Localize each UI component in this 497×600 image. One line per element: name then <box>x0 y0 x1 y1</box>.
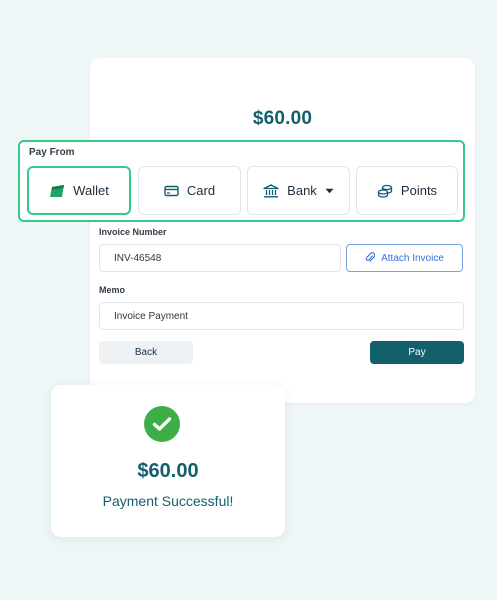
pay-method-label: Bank <box>287 183 317 198</box>
pay-method-wallet[interactable]: Wallet <box>27 166 131 215</box>
invoice-number-label: Invoice Number <box>99 227 167 237</box>
check-circle-icon <box>144 406 180 442</box>
paperclip-icon <box>365 251 376 266</box>
memo-label: Memo <box>99 285 126 295</box>
bank-icon <box>263 183 279 198</box>
pay-method-label: Wallet <box>73 183 109 198</box>
pay-method-bank[interactable]: Bank <box>247 166 350 215</box>
pay-method-label: Points <box>400 183 438 198</box>
success-card: $60.00 Payment Successful! <box>51 385 285 537</box>
pay-method-card[interactable]: Card <box>138 166 241 215</box>
invoice-number-input[interactable]: INV-46548 <box>99 244 341 272</box>
caret-down-icon <box>325 188 334 194</box>
coins-icon <box>377 184 393 198</box>
wallet-icon <box>49 184 65 198</box>
memo-input[interactable]: Invoice Payment <box>99 302 464 330</box>
memo-value: Invoice Payment <box>114 310 188 322</box>
success-message: Payment Successful! <box>102 493 234 509</box>
back-button[interactable]: Back <box>99 341 193 364</box>
pay-button[interactable]: Pay <box>370 341 464 364</box>
card-icon <box>164 185 179 197</box>
payment-amount: $60.00 <box>252 108 313 129</box>
pay-method-label: Card <box>186 183 216 198</box>
attach-invoice-label: Attach Invoice <box>381 252 444 264</box>
pay-from-group: Pay From Wallet Card Bank Points <box>18 140 465 222</box>
success-amount: $60.00 <box>137 460 199 482</box>
pay-from-label: Pay From <box>29 147 75 158</box>
pay-method-points[interactable]: Points <box>356 166 458 215</box>
attach-invoice-button[interactable]: Attach Invoice <box>346 244 463 272</box>
invoice-number-value: INV-46548 <box>114 252 162 264</box>
